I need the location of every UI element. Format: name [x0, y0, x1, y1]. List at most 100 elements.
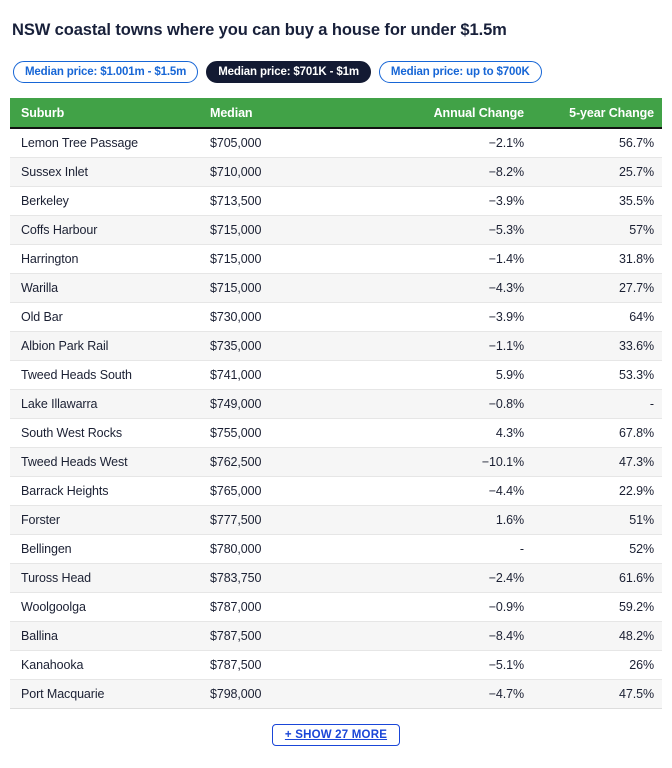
cell-annual-change: 1.6%: [390, 505, 534, 535]
cell-suburb: Lemon Tree Passage: [10, 128, 200, 158]
cell-annual-change: −3.9%: [390, 186, 534, 216]
table-row[interactable]: Tuross Head $783,750 −2.4% 61.6%: [10, 563, 662, 593]
table-row[interactable]: Warilla $715,000 −4.3% 27.7%: [10, 273, 662, 303]
cell-five-year-change: 53.3%: [534, 360, 662, 390]
column-header-five-year-change[interactable]: 5-year Change: [534, 98, 662, 130]
table-row[interactable]: Kanahooka $787,500 −5.1% 26%: [10, 650, 662, 680]
table-row[interactable]: Harrington $715,000 −1.4% 31.8%: [10, 244, 662, 274]
cell-five-year-change: 67.8%: [534, 418, 662, 448]
cell-five-year-change: -: [534, 389, 662, 419]
cell-suburb: Warilla: [10, 273, 200, 303]
column-header-median[interactable]: Median: [200, 98, 390, 130]
cell-suburb: Bellingen: [10, 534, 200, 564]
cell-annual-change: −0.8%: [390, 389, 534, 419]
cell-five-year-change: 27.7%: [534, 273, 662, 303]
page-root: NSW coastal towns where you can buy a ho…: [0, 11, 672, 768]
cell-five-year-change: 56.7%: [534, 128, 662, 158]
cell-annual-change: −4.4%: [390, 476, 534, 506]
table-row[interactable]: Albion Park Rail $735,000 −1.1% 33.6%: [10, 331, 662, 361]
cell-median: $783,750: [200, 563, 390, 593]
cell-five-year-change: 47.3%: [534, 447, 662, 477]
cell-median: $765,000: [200, 476, 390, 506]
cell-suburb: South West Rocks: [10, 418, 200, 448]
cell-five-year-change: 31.8%: [534, 244, 662, 274]
cell-suburb: Woolgoolga: [10, 592, 200, 622]
cell-annual-change: −10.1%: [390, 447, 534, 477]
cell-median: $735,000: [200, 331, 390, 361]
cell-median: $762,500: [200, 447, 390, 477]
cell-suburb: Berkeley: [10, 186, 200, 216]
cell-suburb: Harrington: [10, 244, 200, 274]
suburb-table: Suburb Median Annual Change 5-year Chang…: [10, 98, 662, 709]
cell-five-year-change: 64%: [534, 302, 662, 332]
cell-suburb: Port Macquarie: [10, 679, 200, 709]
cell-five-year-change: 22.9%: [534, 476, 662, 506]
suburb-table-container: Suburb Median Annual Change 5-year Chang…: [10, 98, 662, 709]
cell-annual-change: −3.9%: [390, 302, 534, 332]
cell-annual-change: −4.3%: [390, 273, 534, 303]
table-row[interactable]: Tweed Heads South $741,000 5.9% 53.3%: [10, 360, 662, 390]
cell-suburb: Kanahooka: [10, 650, 200, 680]
table-row[interactable]: Old Bar $730,000 −3.9% 64%: [10, 302, 662, 332]
cell-annual-change: −5.1%: [390, 650, 534, 680]
cell-suburb: Forster: [10, 505, 200, 535]
cell-suburb: Coffs Harbour: [10, 215, 200, 245]
cell-annual-change: −2.4%: [390, 563, 534, 593]
table-row[interactable]: Barrack Heights $765,000 −4.4% 22.9%: [10, 476, 662, 506]
table-row[interactable]: Ballina $787,500 −8.4% 48.2%: [10, 621, 662, 651]
table-row[interactable]: Tweed Heads West $762,500 −10.1% 47.3%: [10, 447, 662, 477]
cell-annual-change: −2.1%: [390, 128, 534, 158]
cell-suburb: Tuross Head: [10, 563, 200, 593]
cell-five-year-change: 51%: [534, 505, 662, 535]
cell-suburb: Old Bar: [10, 302, 200, 332]
page-title: NSW coastal towns where you can buy a ho…: [12, 21, 507, 40]
cell-annual-change: −1.4%: [390, 244, 534, 274]
cell-annual-change: −8.2%: [390, 157, 534, 187]
cell-median: $798,000: [200, 679, 390, 709]
cell-median: $787,500: [200, 650, 390, 680]
filter-pill-0[interactable]: Median price: $1.001m - $1.5m: [13, 61, 199, 84]
cell-median: $715,000: [200, 273, 390, 303]
cell-median: $755,000: [200, 418, 390, 448]
cell-suburb: Albion Park Rail: [10, 331, 200, 361]
table-row[interactable]: Port Macquarie $798,000 −4.7% 47.5%: [10, 679, 662, 709]
column-header-annual-change[interactable]: Annual Change: [390, 98, 534, 130]
table-row[interactable]: Lake Illawarra $749,000 −0.8% -: [10, 389, 662, 419]
cell-annual-change: −4.7%: [390, 679, 534, 709]
cell-five-year-change: 25.7%: [534, 157, 662, 187]
table-header: Suburb Median Annual Change 5-year Chang…: [10, 98, 662, 130]
table-row[interactable]: South West Rocks $755,000 4.3% 67.8%: [10, 418, 662, 448]
cell-median: $777,500: [200, 505, 390, 535]
cell-five-year-change: 57%: [534, 215, 662, 245]
cell-suburb: Tweed Heads South: [10, 360, 200, 390]
table-row[interactable]: Lemon Tree Passage $705,000 −2.1% 56.7%: [10, 128, 662, 158]
filter-pill-1[interactable]: Median price: $701K - $1m: [206, 61, 371, 84]
cell-median: $741,000: [200, 360, 390, 390]
table-row[interactable]: Forster $777,500 1.6% 51%: [10, 505, 662, 535]
cell-median: $713,500: [200, 186, 390, 216]
show-more-button[interactable]: + SHOW 27 MORE: [271, 723, 401, 746]
cell-annual-change: 4.3%: [390, 418, 534, 448]
cell-median: $705,000: [200, 128, 390, 158]
cell-five-year-change: 59.2%: [534, 592, 662, 622]
table-row[interactable]: Berkeley $713,500 −3.9% 35.5%: [10, 186, 662, 216]
cell-annual-change: −8.4%: [390, 621, 534, 651]
show-more-container: + SHOW 27 MORE: [0, 709, 672, 746]
cell-five-year-change: 33.6%: [534, 331, 662, 361]
median-price-filter-group: Median price: $1.001m - $1.5m Median pric…: [0, 52, 672, 84]
cell-five-year-change: 48.2%: [534, 621, 662, 651]
cell-median: $715,000: [200, 244, 390, 274]
cell-suburb: Sussex Inlet: [10, 157, 200, 187]
cell-annual-change: −1.1%: [390, 331, 534, 361]
cell-five-year-change: 26%: [534, 650, 662, 680]
table-row[interactable]: Sussex Inlet $710,000 −8.2% 25.7%: [10, 157, 662, 187]
filter-pill-2[interactable]: Median price: up to $700K: [378, 61, 542, 84]
table-row[interactable]: Coffs Harbour $715,000 −5.3% 57%: [10, 215, 662, 245]
cell-median: $787,000: [200, 592, 390, 622]
column-header-suburb[interactable]: Suburb: [10, 98, 200, 130]
cell-median: $749,000: [200, 389, 390, 419]
table-row[interactable]: Woolgoolga $787,000 −0.9% 59.2%: [10, 592, 662, 622]
cell-annual-change: -: [390, 534, 534, 564]
table-row[interactable]: Bellingen $780,000-52%: [10, 534, 662, 564]
cell-suburb: Tweed Heads West: [10, 447, 200, 477]
